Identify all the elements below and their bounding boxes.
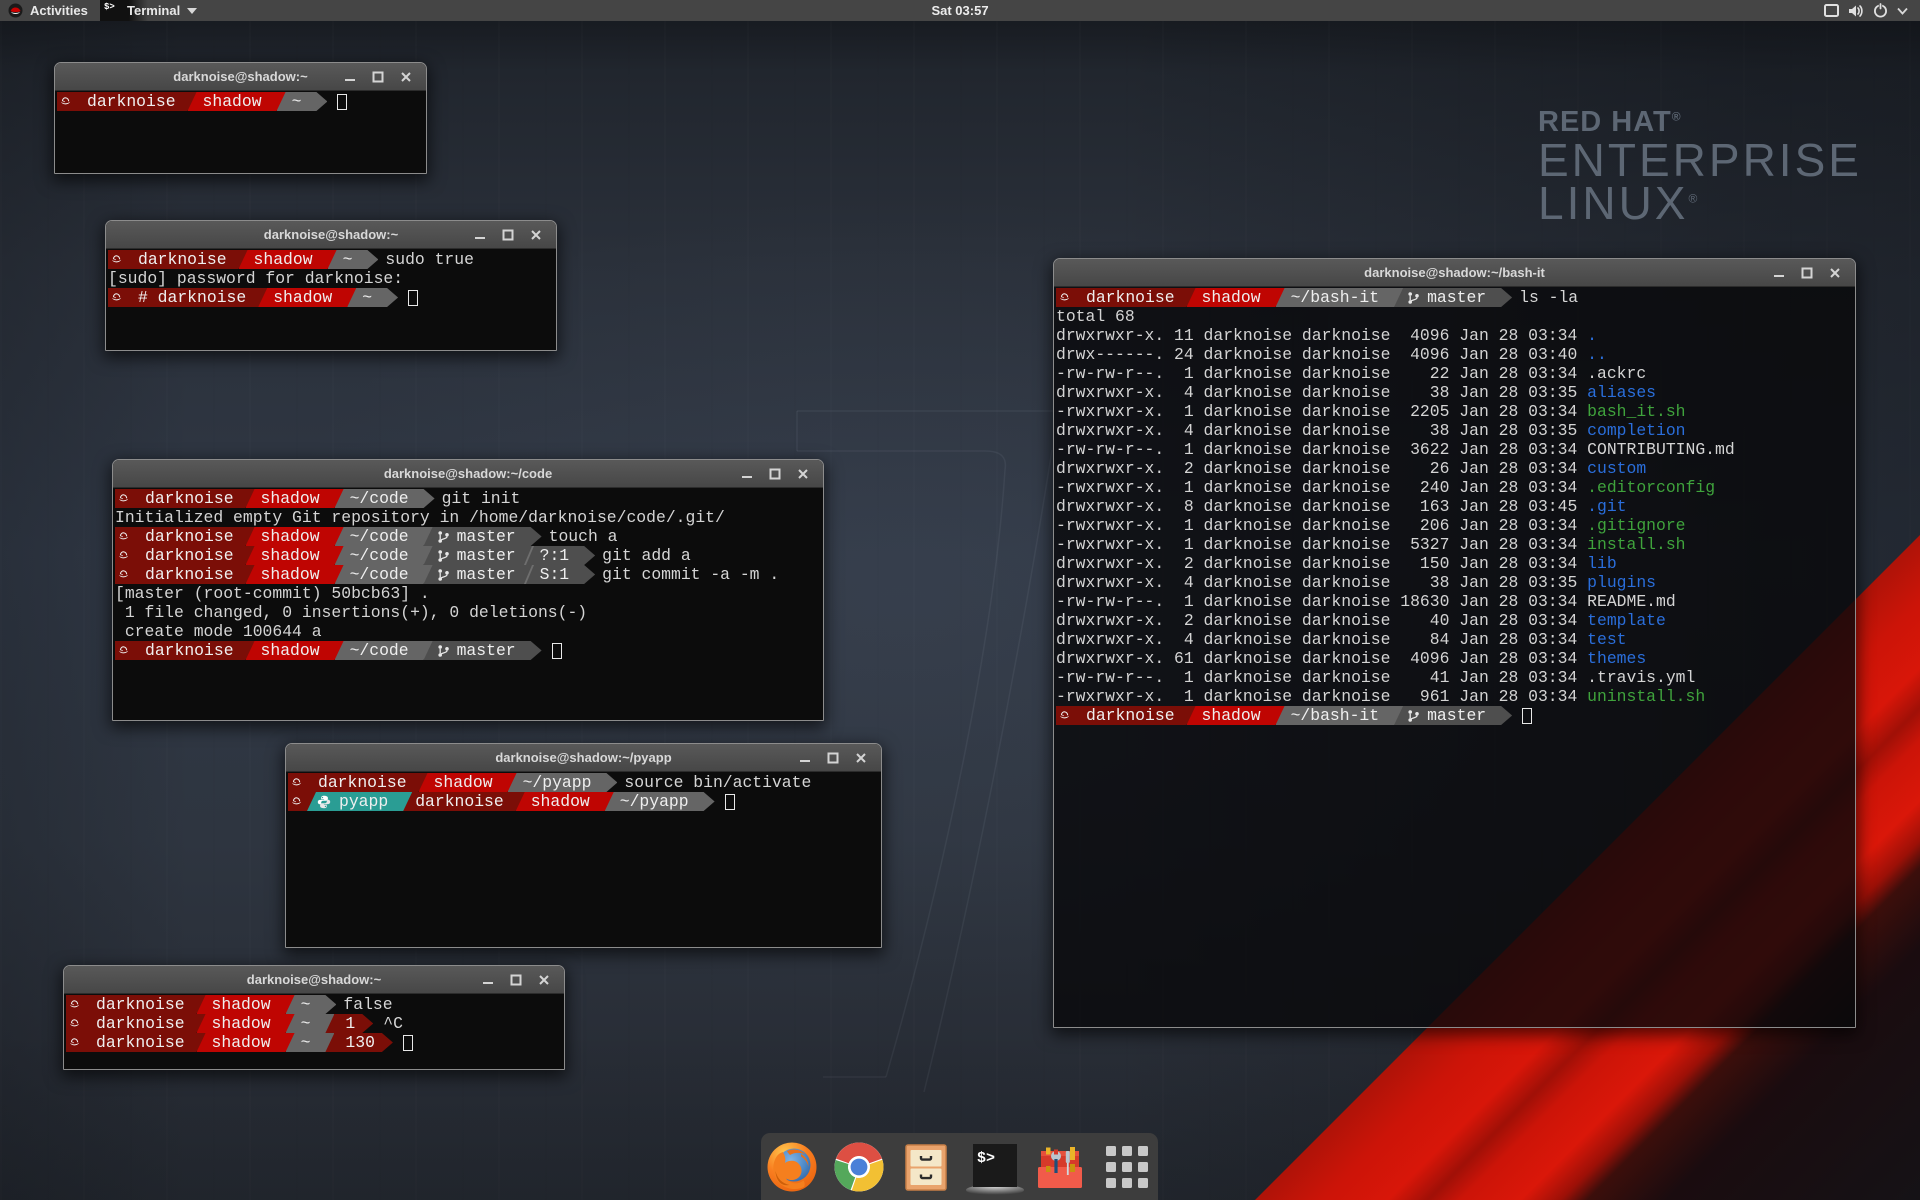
svg-text:$>: $>: [977, 1150, 995, 1167]
